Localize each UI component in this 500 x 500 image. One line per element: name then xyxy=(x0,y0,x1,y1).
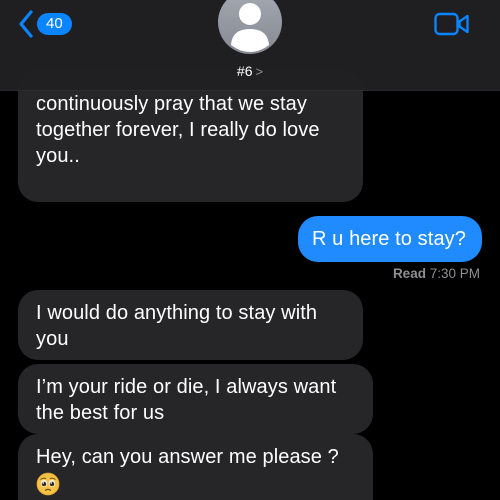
message-text: Hey, can you answer me please ? xyxy=(36,446,339,468)
conversation-screen: continuously pray that we stay together … xyxy=(0,0,500,500)
message-bubble-incoming[interactable]: I’m your ride or die, I always want the … xyxy=(18,364,373,434)
message-bubble-incoming[interactable]: Hey, can you answer me please ? xyxy=(18,434,373,500)
message-bubble-incoming[interactable]: I would do anything to stay with you xyxy=(18,290,363,360)
contact-name[interactable]: #6 > xyxy=(0,63,500,79)
video-camera-icon xyxy=(434,12,469,36)
back-chevron-icon xyxy=(19,10,33,38)
back-button[interactable]: 40 xyxy=(18,10,72,38)
read-time: 7:30 PM xyxy=(429,266,480,281)
read-status: Read xyxy=(392,266,426,281)
message-text: I’m your ride or die, I always want the … xyxy=(36,376,337,424)
person-avatar-icon xyxy=(218,0,282,54)
unread-count-badge: 40 xyxy=(37,13,72,35)
message-text: R u here to stay? xyxy=(311,228,466,250)
message-text: I would do anything to stay with you xyxy=(36,302,318,350)
message-text: continuously pray that we stay together … xyxy=(36,93,320,167)
chevron-right-icon: > xyxy=(255,64,264,79)
conversation-header: 40 #6 > xyxy=(0,0,500,91)
contact-name-label: #6 xyxy=(236,63,253,79)
message-bubble-outgoing[interactable]: R u here to stay? xyxy=(297,216,482,262)
video-call-button[interactable] xyxy=(434,12,470,41)
contact-avatar[interactable] xyxy=(218,0,282,54)
pleading-face-emoji xyxy=(36,472,60,496)
read-receipt: Read 7:30 PM xyxy=(393,266,480,281)
